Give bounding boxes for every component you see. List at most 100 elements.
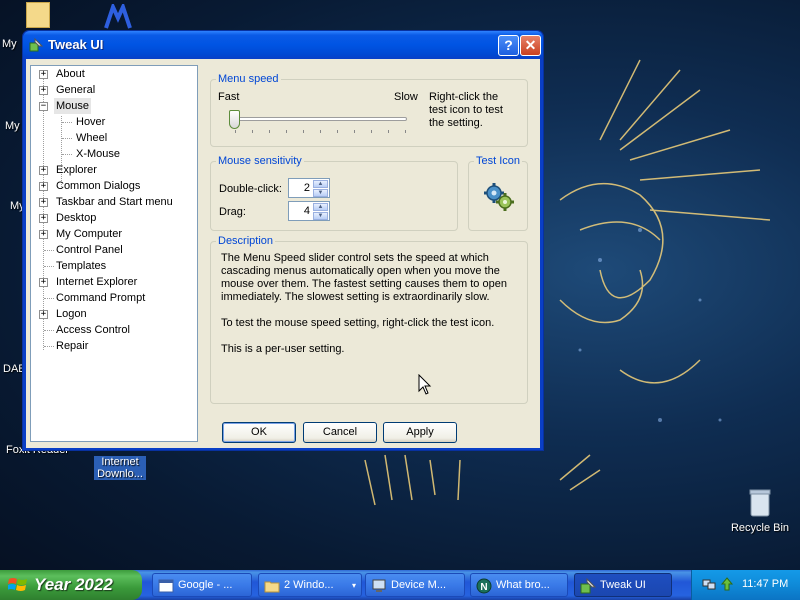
task-device-manager[interactable]: Device M... [365,573,465,597]
recycle-bin-icon [749,489,771,517]
slider-tick [286,130,287,133]
title-bar[interactable]: Tweak UI ? ✕ [23,31,543,59]
expand-plus-icon[interactable]: + [39,166,48,175]
description-paragraph-2: To test the mouse speed setting, right-c… [221,317,495,329]
slider-tick [371,130,372,133]
taskbar: Year 2022 Google - ... 2 Windo... ▾ Devi… [0,570,800,600]
slider-tick [269,130,270,133]
drag-spinner[interactable]: 4 ▲ ▼ [288,201,330,221]
svg-text:N: N [480,582,487,593]
slider-tick [388,130,389,133]
start-button[interactable]: Year 2022 [0,570,142,600]
clock[interactable]: 11:47 PM [742,578,788,590]
expand-plus-icon[interactable]: + [39,278,48,287]
double-click-value: 2 [303,182,310,194]
menu-speed-hint-line1: Right-click the [429,91,499,103]
expand-plus-icon[interactable]: + [39,70,48,79]
tree-line [44,266,54,267]
menu-speed-title: Menu speed [216,73,281,85]
mouse-sensitivity-group: Mouse sensitivity Double-click: 2 ▲ ▼ Dr… [210,155,458,231]
recycle-bin-label: Recycle Bin [730,522,790,534]
task-tweak-ui[interactable]: Tweak UI [574,573,672,597]
tweak-ui-window: Tweak UI ? ✕ + About + General − Mouse Hove… [22,30,544,451]
mouse-sensitivity-title: Mouse sensitivity [216,155,304,167]
tree-line [44,346,54,347]
menu-speed-hint-line3: the setting. [429,117,483,129]
tree-line [62,154,72,155]
group-dropdown-icon[interactable]: ▾ [352,581,356,590]
windows-logo-icon [8,578,27,591]
slider-tick [252,130,253,133]
help-button[interactable]: ? [498,35,519,56]
description-paragraph-3: This is a per-user setting. [221,343,345,355]
ok-button[interactable]: OK [222,422,296,443]
close-button[interactable]: ✕ [520,35,541,56]
spin-up-icon[interactable]: ▲ [313,180,328,188]
menu-speed-group: Menu speed Fast Slow Right-click the tes… [210,73,528,147]
desktop-label-my-2[interactable]: My [5,120,20,132]
slider-tick [337,130,338,133]
expand-plus-icon[interactable]: + [39,86,48,95]
drag-value: 4 [303,205,310,217]
task-windows-group[interactable]: 2 Windo... ▾ [258,573,362,597]
tree-line [44,298,54,299]
gears-icon[interactable] [483,182,515,212]
start-label: Year 2022 [34,575,113,594]
tweakui-icon [580,578,596,594]
system-tray: 11:47 PM [691,570,800,600]
apply-button[interactable]: Apply [383,422,457,443]
double-click-label: Double-click: [219,183,282,195]
settings-tree[interactable]: + About + General − Mouse Hover Wheel X-Mou… [30,65,198,442]
slider-tick [320,130,321,133]
tree-line [62,138,72,139]
description-group: Description The Menu Speed slider contro… [210,235,528,404]
tree-line [44,330,54,331]
tweakui-icon [29,38,43,52]
expand-plus-icon[interactable]: + [39,182,48,191]
safely-remove-icon[interactable] [720,577,734,591]
desktop-label-internet-download[interactable]: Internet Downlo... [94,456,146,480]
task-google[interactable]: Google - ... [152,573,252,597]
network-icon[interactable] [702,577,716,591]
desktop-label-my-1[interactable]: My [2,38,17,50]
description-paragraph-1: The Menu Speed slider control sets the s… [221,252,507,303]
window-title: Tweak UI [48,37,104,52]
menu-speed-hint-line2: test icon to test [429,104,503,116]
drag-spin-buttons: ▲ ▼ [313,203,328,220]
description-title: Description [216,235,276,247]
tree-line [62,122,72,123]
double-click-spin-buttons: ▲ ▼ [313,180,328,197]
task-netscape[interactable]: N What bro... [470,573,568,597]
slider-tick [405,130,406,133]
test-icon-title: Test Icon [474,155,523,167]
browser-icon [158,579,174,593]
recycle-bin[interactable]: Recycle Bin [728,488,792,534]
description-text: The Menu Speed slider control sets the s… [221,252,521,369]
slider-tick [235,130,236,133]
expand-plus-icon[interactable]: + [39,214,48,223]
test-icon-group: Test Icon [468,155,528,231]
slider-tick [303,130,304,133]
settings-panel: Menu speed Fast Slow Right-click the tes… [202,65,536,439]
fast-label: Fast [218,91,240,103]
menu-speed-slider-thumb[interactable] [229,110,240,129]
desktop-icon-folder[interactable] [26,2,50,28]
malwarebytes-icon [104,1,132,29]
desktop-icon-malwarebytes[interactable] [103,1,133,30]
spin-up-icon[interactable]: ▲ [313,203,328,211]
spin-down-icon[interactable]: ▼ [313,189,328,197]
dialog-client-area: + About + General − Mouse Hover Wheel X-Mou… [26,59,540,448]
collapse-minus-icon[interactable]: − [39,102,48,111]
expand-plus-icon[interactable]: + [39,230,48,239]
expand-plus-icon[interactable]: + [39,198,48,207]
spin-down-icon[interactable]: ▼ [313,212,328,220]
device-manager-icon [372,579,386,592]
expand-plus-icon[interactable]: + [39,310,48,319]
menu-speed-slider-track[interactable] [229,117,407,121]
tree-line [44,250,54,251]
cancel-button[interactable]: Cancel [303,422,377,443]
double-click-spinner[interactable]: 2 ▲ ▼ [288,178,330,198]
slider-tick [354,130,355,133]
slow-label: Slow [394,91,418,103]
drag-label: Drag: [219,206,246,218]
